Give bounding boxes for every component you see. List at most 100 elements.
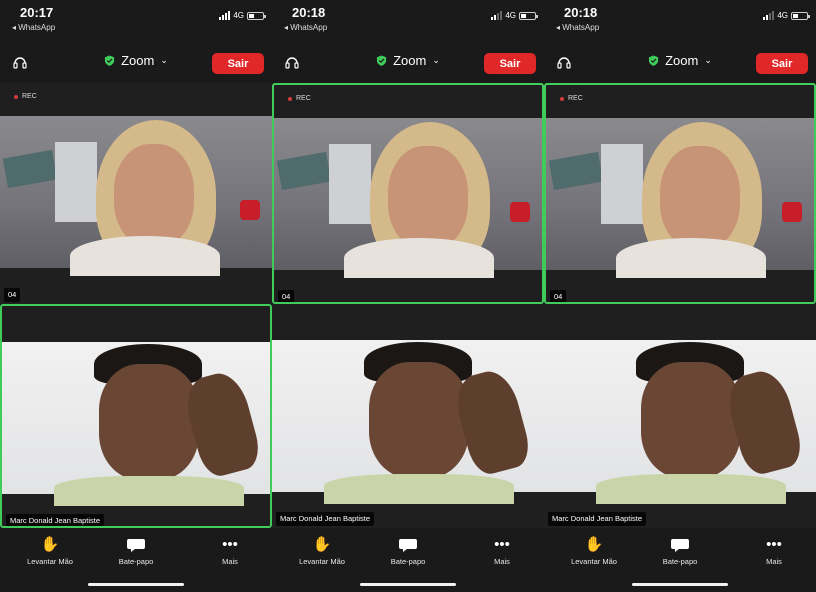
- home-indicator[interactable]: [360, 583, 456, 586]
- meeting-top-bar: Zoom ⌄ Sair: [544, 44, 816, 82]
- signal-icon: [491, 11, 503, 20]
- back-to-whatsapp-link[interactable]: ◂ WhatsApp: [12, 23, 55, 32]
- battery-icon: [519, 11, 538, 20]
- chevron-down-icon: ⌄: [704, 55, 712, 65]
- meeting-controls-bar: ✋ Levantar Mão Bate-papo ••• Mais: [0, 528, 272, 592]
- leave-meeting-button[interactable]: Sair: [484, 53, 536, 74]
- more-button[interactable]: ••• Mais: [734, 536, 814, 566]
- more-label: Mais: [222, 557, 238, 566]
- participant-tile-marc[interactable]: Marc Donald Jean Baptiste: [0, 304, 272, 528]
- participant-tile-04[interactable]: REC 04: [0, 83, 272, 304]
- chevron-down-icon: ⌄: [432, 55, 440, 65]
- participant-name-label: Marc Donald Jean Baptiste: [6, 514, 105, 526]
- chevron-down-icon: ⌄: [160, 55, 168, 65]
- status-indicators: 4G: [763, 11, 810, 20]
- chat-button[interactable]: Bate-papo: [640, 536, 720, 566]
- back-to-whatsapp-link[interactable]: ◂ WhatsApp: [284, 23, 327, 32]
- participant-tile-marc[interactable]: Marc Donald Jean Baptiste: [272, 304, 544, 528]
- participant-video-04: [274, 118, 542, 278]
- more-dots-icon: •••: [494, 536, 510, 553]
- status-indicators: 4G: [491, 11, 538, 20]
- raise-hand-button[interactable]: ✋ Levantar Mão: [554, 536, 634, 566]
- leave-meeting-button[interactable]: Sair: [212, 53, 264, 74]
- raise-hand-icon: ✋: [584, 536, 604, 553]
- rec-label: REC: [296, 95, 311, 102]
- chat-bubble-icon: [127, 539, 145, 552]
- participant-tile-04[interactable]: REC 04: [272, 83, 544, 304]
- chat-bubble-icon: [399, 539, 417, 552]
- network-type: 4G: [777, 11, 788, 20]
- meeting-controls-bar: ✋ Levantar Mão Bate-papo ••• Mais: [544, 528, 816, 592]
- network-type: 4G: [233, 11, 244, 20]
- rec-label: REC: [22, 93, 37, 100]
- meeting-controls-bar: ✋ Levantar Mão Bate-papo ••• Mais: [272, 528, 544, 592]
- network-type: 4G: [505, 11, 516, 20]
- more-dots-icon: •••: [766, 536, 782, 553]
- signal-icon: [763, 11, 775, 20]
- recording-indicator: REC: [14, 93, 37, 100]
- more-button[interactable]: ••• Mais: [190, 536, 270, 566]
- status-bar: 20:17 ◂ WhatsApp 4G: [0, 0, 272, 38]
- participant-video-04: [0, 116, 272, 276]
- raise-hand-label: Levantar Mão: [571, 557, 617, 566]
- rec-label: REC: [568, 95, 583, 102]
- participant-video-marc: [272, 340, 544, 504]
- chat-button[interactable]: Bate-papo: [368, 536, 448, 566]
- chat-label: Bate-papo: [390, 557, 426, 566]
- meeting-title: Zoom: [121, 53, 155, 68]
- clock: 20:18: [292, 5, 326, 20]
- home-indicator[interactable]: [632, 583, 728, 586]
- more-button[interactable]: ••• Mais: [462, 536, 542, 566]
- participant-name-label: 04: [278, 290, 295, 302]
- phone-screen: 20:17 ◂ WhatsApp 4G Zoom ⌄ Sair REC 04 M…: [0, 0, 272, 592]
- chat-label: Bate-papo: [662, 557, 698, 566]
- participant-name-label: Marc Donald Jean Baptiste: [548, 512, 647, 526]
- back-to-whatsapp-link[interactable]: ◂ WhatsApp: [556, 23, 599, 32]
- phone-screen: 20:18 ◂ WhatsApp 4G Zoom ⌄ Sair REC 04 M…: [544, 0, 816, 592]
- raise-hand-icon: ✋: [312, 536, 332, 553]
- participant-name-label: 04: [550, 290, 567, 302]
- participant-tile-marc[interactable]: Marc Donald Jean Baptiste: [544, 304, 816, 528]
- meeting-top-bar: Zoom ⌄ Sair: [0, 44, 272, 82]
- meeting-title: Zoom: [393, 53, 427, 68]
- participant-name-label: 04: [4, 288, 21, 302]
- meeting-top-bar: Zoom ⌄ Sair: [272, 44, 544, 82]
- phone-screen: 20:18 ◂ WhatsApp 4G Zoom ⌄ Sair REC 04 M…: [272, 0, 544, 592]
- status-indicators: 4G: [219, 11, 266, 20]
- raise-hand-label: Levantar Mão: [299, 557, 345, 566]
- more-label: Mais: [766, 557, 782, 566]
- screenshot-row: 20:17 ◂ WhatsApp 4G Zoom ⌄ Sair REC 04 M…: [0, 0, 816, 592]
- clock: 20:18: [564, 5, 598, 20]
- participant-tile-04[interactable]: REC 04: [544, 83, 816, 304]
- secure-shield-icon: [649, 55, 659, 66]
- raise-hand-button[interactable]: ✋ Levantar Mão: [10, 536, 90, 566]
- secure-shield-icon: [377, 55, 387, 66]
- chat-button[interactable]: Bate-papo: [96, 536, 176, 566]
- leave-meeting-button[interactable]: Sair: [756, 53, 808, 74]
- recording-indicator: REC: [560, 95, 583, 102]
- clock: 20:17: [20, 5, 54, 20]
- raise-hand-button[interactable]: ✋ Levantar Mão: [282, 536, 362, 566]
- status-bar: 20:18 ◂ WhatsApp 4G: [544, 0, 816, 38]
- participant-name-label: Marc Donald Jean Baptiste: [276, 512, 375, 526]
- chat-bubble-icon: [671, 539, 689, 552]
- secure-shield-icon: [105, 55, 115, 66]
- rec-dot-icon: [288, 96, 292, 101]
- battery-icon: [247, 11, 266, 20]
- home-indicator[interactable]: [88, 583, 184, 586]
- participant-video-marc: [544, 340, 816, 504]
- raise-hand-label: Levantar Mão: [27, 557, 73, 566]
- more-label: Mais: [494, 557, 510, 566]
- signal-icon: [219, 11, 231, 20]
- raise-hand-icon: ✋: [40, 536, 60, 553]
- meeting-title: Zoom: [665, 53, 699, 68]
- status-bar: 20:18 ◂ WhatsApp 4G: [272, 0, 544, 38]
- more-dots-icon: •••: [222, 536, 238, 553]
- chat-label: Bate-papo: [118, 557, 154, 566]
- participant-video-04: [546, 118, 814, 278]
- battery-icon: [791, 11, 810, 20]
- rec-dot-icon: [14, 94, 18, 99]
- rec-dot-icon: [560, 96, 564, 101]
- recording-indicator: REC: [288, 95, 311, 102]
- participant-video-marc: [2, 342, 270, 506]
